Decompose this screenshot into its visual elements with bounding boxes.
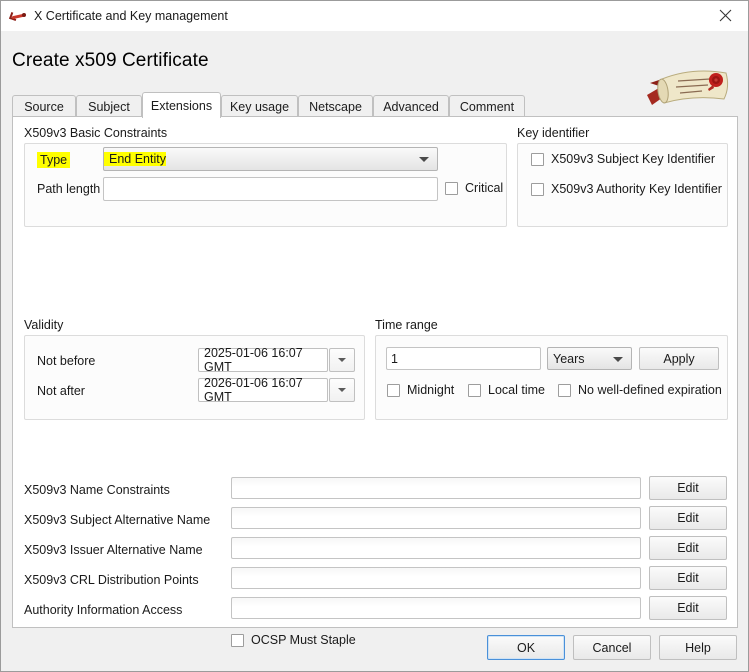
midnight-checkbox[interactable]: Midnight bbox=[387, 383, 454, 397]
dialog-body: Create x509 Certificate Source Subject E… bbox=[1, 31, 748, 671]
chevron-down-icon bbox=[338, 358, 346, 362]
authority-information-access-input[interactable] bbox=[231, 597, 641, 619]
not-before-dropdown-button[interactable] bbox=[329, 348, 355, 372]
subject-alternative-name-label: X509v3 Subject Alternative Name bbox=[24, 513, 211, 527]
time-range-group-title: Time range bbox=[375, 318, 438, 332]
type-label: Type bbox=[37, 152, 71, 168]
critical-checkbox[interactable]: Critical bbox=[445, 181, 503, 195]
xca-create-certificate-window: X Certificate and Key management Create … bbox=[0, 0, 749, 672]
chevron-down-icon bbox=[613, 356, 623, 362]
tab-source[interactable]: Source bbox=[12, 95, 76, 117]
name-constraints-edit-button[interactable]: Edit bbox=[649, 476, 727, 500]
extensions-tab-panel: X509v3 Basic Constraints Type End Entity… bbox=[12, 116, 738, 647]
issuer-alternative-name-label: X509v3 Issuer Alternative Name bbox=[24, 543, 203, 557]
not-after-input[interactable]: 2026-01-06 16:07 GMT bbox=[198, 376, 328, 404]
no-expiration-checkbox-box bbox=[558, 383, 571, 397]
not-before-input[interactable]: 2025-01-06 16:07 GMT bbox=[198, 346, 328, 374]
authority-key-identifier-label: X509v3 Authority Key Identifier bbox=[551, 182, 722, 196]
subject-key-identifier-label: X509v3 Subject Key Identifier bbox=[551, 152, 715, 166]
time-range-amount-input[interactable]: 1 bbox=[386, 347, 541, 370]
chevron-down-icon bbox=[419, 157, 429, 162]
issuer-alternative-name-input[interactable] bbox=[231, 537, 641, 559]
validity-group-title: Validity bbox=[24, 318, 64, 332]
subject-key-identifier-checkbox-box bbox=[531, 152, 544, 166]
close-icon[interactable] bbox=[702, 1, 748, 30]
ok-button[interactable]: OK bbox=[487, 635, 565, 660]
critical-checkbox-label: Critical bbox=[465, 181, 504, 195]
tab-key-usage[interactable]: Key usage bbox=[221, 95, 298, 117]
authority-key-identifier-checkbox-box bbox=[531, 182, 544, 196]
no-expiration-checkbox-label: No well-defined expiration bbox=[578, 383, 722, 397]
not-before-label: Not before bbox=[37, 354, 96, 368]
basic-constraints-group-title: X509v3 Basic Constraints bbox=[24, 126, 168, 140]
tab-subject[interactable]: Subject bbox=[76, 95, 142, 117]
authority-information-access-edit-button[interactable]: Edit bbox=[649, 596, 727, 620]
cancel-button[interactable]: Cancel bbox=[573, 635, 651, 660]
tab-bar: Source Subject Extensions Key usage Nets… bbox=[12, 92, 738, 118]
tab-advanced[interactable]: Advanced bbox=[373, 95, 449, 117]
tab-underline bbox=[12, 116, 738, 117]
tab-comment[interactable]: Comment bbox=[449, 95, 525, 117]
name-constraints-input[interactable] bbox=[231, 477, 641, 499]
subject-key-identifier-checkbox[interactable]: X509v3 Subject Key Identifier bbox=[531, 152, 715, 166]
name-constraints-label: X509v3 Name Constraints bbox=[24, 483, 170, 497]
title-bar: X Certificate and Key management bbox=[1, 1, 748, 32]
dialog-button-bar: OK Cancel Help bbox=[1, 628, 748, 671]
authority-key-identifier-checkbox[interactable]: X509v3 Authority Key Identifier bbox=[531, 182, 722, 196]
xca-scroll-icon bbox=[9, 8, 26, 24]
authority-information-access-label: Authority Information Access bbox=[24, 603, 183, 617]
midnight-checkbox-box bbox=[387, 383, 400, 397]
basic-constraints-type-combo[interactable]: End Entity bbox=[103, 147, 438, 171]
basic-constraints-type-value: End Entity bbox=[104, 152, 166, 166]
time-range-unit-combo[interactable]: Years bbox=[547, 347, 632, 370]
local-time-checkbox[interactable]: Local time bbox=[468, 383, 545, 397]
tab-netscape[interactable]: Netscape bbox=[298, 95, 373, 117]
subject-alternative-name-input[interactable] bbox=[231, 507, 641, 529]
key-identifier-group-title: Key identifier bbox=[517, 126, 590, 140]
not-after-dropdown-button[interactable] bbox=[329, 378, 355, 402]
path-length-label: Path length bbox=[37, 182, 101, 196]
path-length-input[interactable] bbox=[103, 177, 438, 201]
not-after-label: Not after bbox=[37, 384, 85, 398]
local-time-checkbox-label: Local time bbox=[488, 383, 545, 397]
local-time-checkbox-box bbox=[468, 383, 481, 397]
page-title: Create x509 Certificate bbox=[12, 50, 209, 71]
window-title: X Certificate and Key management bbox=[34, 9, 228, 23]
midnight-checkbox-label: Midnight bbox=[407, 383, 455, 397]
subject-alternative-name-edit-button[interactable]: Edit bbox=[649, 506, 727, 530]
critical-checkbox-box bbox=[445, 181, 458, 195]
crl-distribution-points-label: X509v3 CRL Distribution Points bbox=[24, 573, 199, 587]
tab-extensions[interactable]: Extensions bbox=[142, 92, 221, 118]
apply-button[interactable]: Apply bbox=[639, 347, 719, 370]
crl-distribution-points-input[interactable] bbox=[231, 567, 641, 589]
time-range-unit-value: Years bbox=[553, 351, 585, 366]
help-button[interactable]: Help bbox=[659, 635, 737, 660]
crl-distribution-points-edit-button[interactable]: Edit bbox=[649, 566, 727, 590]
no-expiration-checkbox[interactable]: No well-defined expiration bbox=[558, 383, 722, 397]
issuer-alternative-name-edit-button[interactable]: Edit bbox=[649, 536, 727, 560]
chevron-down-icon bbox=[338, 388, 346, 392]
